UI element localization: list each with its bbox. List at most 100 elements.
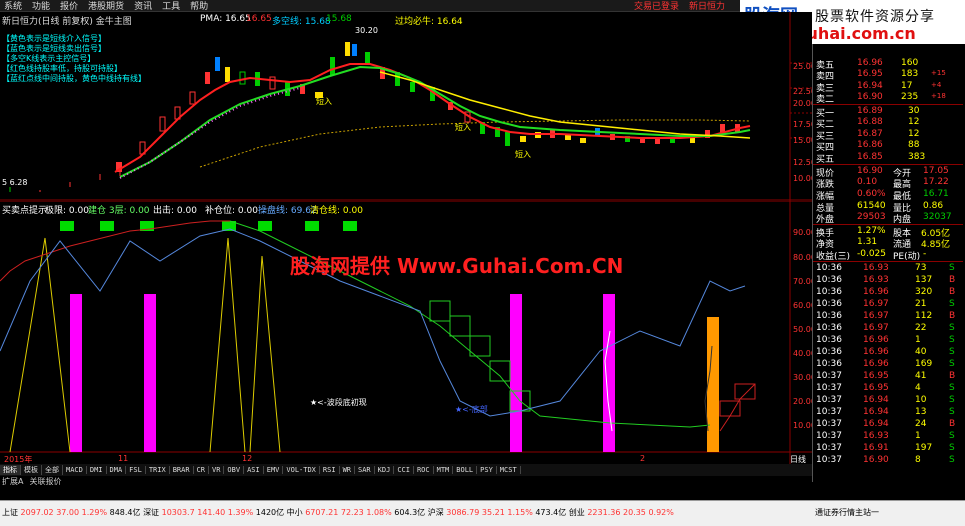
- tick-price: 16.96: [863, 335, 889, 345]
- tab-dmi[interactable]: DMI: [87, 466, 107, 474]
- tick-volume: 73: [915, 263, 927, 273]
- stat-value: -: [923, 249, 927, 259]
- main-kline-chart[interactable]: 新日恒力(日线 前复权) 金牛主图 PMA: 16.65 16.65 多空线: …: [0, 12, 816, 201]
- tab-trix[interactable]: TRIX: [146, 466, 170, 474]
- x-tick: 12: [242, 454, 253, 463]
- tab-mcst[interactable]: MCST: [497, 466, 521, 474]
- tick-side: B: [949, 275, 956, 285]
- tab-asi[interactable]: ASI: [244, 466, 264, 474]
- tick-price: 16.96: [863, 287, 889, 297]
- stat-value: 29503: [857, 212, 886, 222]
- tab-brar[interactable]: BRAR: [170, 466, 194, 474]
- bid-price: 16.86: [857, 140, 883, 150]
- ask-vol: 160: [901, 58, 919, 68]
- tab-wr[interactable]: WR: [340, 466, 355, 474]
- tab-fsl[interactable]: FSL: [126, 466, 146, 474]
- bid-vol: 30: [908, 106, 920, 116]
- bid-vol: 12: [908, 129, 920, 139]
- menu-news[interactable]: 资讯: [134, 0, 152, 12]
- tick-time: 10:37: [816, 443, 842, 453]
- tick-row: 10:37 16.94 10 S: [813, 395, 963, 406]
- stat-value: 0.86: [923, 201, 944, 211]
- tick-row: 10:36 16.97 112 B: [813, 311, 963, 322]
- ind-item-1: 极限: 0.00: [45, 206, 89, 216]
- menu-function[interactable]: 功能: [32, 0, 50, 12]
- cy-name: 创业: [568, 508, 585, 517]
- ask-chg: +15: [931, 69, 946, 77]
- tab-macd[interactable]: MACD: [63, 466, 87, 474]
- tab-extend-a[interactable]: 扩展A: [2, 476, 23, 486]
- tick-time: 10:36: [816, 263, 842, 273]
- tick-volume: 112: [915, 311, 933, 321]
- tab-rsi[interactable]: RSI: [320, 466, 340, 474]
- cy-percent: 0.92%: [648, 508, 674, 517]
- sh-percent: 1.29%: [81, 508, 108, 517]
- trade-login-status[interactable]: 交易已登录: [634, 0, 679, 12]
- tick-side: S: [949, 443, 955, 453]
- zx-percent: 1.08%: [366, 508, 392, 517]
- tick-volume: 197: [915, 443, 933, 453]
- orange-bar: [707, 317, 719, 452]
- tab-sar[interactable]: SAR: [355, 466, 375, 474]
- sz-amount: 1420亿: [255, 508, 285, 517]
- tab-mtm[interactable]: MTM: [434, 466, 454, 474]
- ask-vol: 183: [901, 69, 919, 79]
- menu-help[interactable]: 帮助: [190, 0, 208, 12]
- tab-psy[interactable]: PSY: [477, 466, 497, 474]
- watermark-text: 股海网提供 Www.Guhai.Com.CN: [290, 254, 624, 278]
- zx-name: 中小: [286, 508, 303, 517]
- tick-side: B: [949, 371, 956, 381]
- tab-obv[interactable]: OBV: [224, 466, 245, 474]
- stock-name-title: 新日恒力: [688, 2, 725, 12]
- tab-vol-tdx[interactable]: VOL-TDX: [283, 466, 320, 474]
- tab-cr[interactable]: CR: [194, 466, 209, 474]
- tick-row: 10:37 16.95 4 S: [813, 383, 963, 394]
- tick-volume: 1: [915, 335, 921, 345]
- tick-time: 10:36: [816, 275, 842, 285]
- tick-time: 10:37: [816, 455, 842, 465]
- tick-side: S: [949, 347, 955, 357]
- indicator-chart[interactable]: 买卖点提示 极限: 0.00 建仓 3层: 0.00 出击: 0.00 补仓位:…: [0, 201, 816, 464]
- stat-value: 0.60%: [857, 189, 886, 199]
- tick-time: 10:36: [816, 311, 842, 321]
- tab-dma[interactable]: DMA: [107, 466, 127, 474]
- ind-item-5: 操盘线: 69.62: [258, 206, 317, 216]
- cy-value: 2231.36: [587, 508, 621, 517]
- tab-roc[interactable]: ROC: [414, 466, 434, 474]
- ask-price: 16.95: [857, 69, 883, 79]
- tab-cci[interactable]: CCI: [394, 466, 414, 474]
- tick-time: 10:36: [816, 299, 842, 309]
- bid-price: 16.87: [857, 129, 883, 139]
- tab-all[interactable]: 全部: [42, 465, 63, 475]
- ind-note-2: ★<-底部: [455, 405, 488, 414]
- tab-emv[interactable]: EMV: [264, 466, 284, 474]
- tab-template[interactable]: 模板: [21, 465, 42, 475]
- chart-title: 新日恒力(日线 前复权) 金牛主图: [2, 17, 132, 27]
- tab-boll[interactable]: BOLL: [453, 466, 478, 474]
- tick-price: 16.97: [863, 311, 889, 321]
- menu-system[interactable]: 系统: [4, 0, 22, 12]
- tab-indicator[interactable]: 指标: [0, 465, 21, 475]
- menu-tools[interactable]: 工具: [162, 0, 180, 12]
- tab-related-quote[interactable]: 关联报价: [29, 476, 61, 486]
- tick-time: 10:37: [816, 407, 842, 417]
- tick-price: 16.95: [863, 383, 889, 393]
- tick-price: 16.97: [863, 323, 889, 333]
- tab-vr[interactable]: VR: [209, 466, 225, 474]
- tick-volume: 40: [915, 347, 927, 357]
- tick-price: 16.93: [863, 431, 889, 441]
- menu-hk-futures[interactable]: 港股期货: [88, 0, 124, 12]
- tab-kdj[interactable]: KDJ: [375, 466, 395, 474]
- ind-item-6: 清仓线: 0.00: [310, 206, 363, 216]
- ind-item-3: 出击: 0.00: [153, 206, 197, 216]
- server-site[interactable]: 通证券行情主站一: [815, 507, 879, 518]
- stat-value: 16.90: [857, 166, 883, 176]
- zx-change: 72.23: [340, 508, 364, 517]
- tick-time: 10:36: [816, 335, 842, 345]
- menu-quote[interactable]: 报价: [60, 0, 78, 12]
- tick-price: 16.93: [863, 263, 889, 273]
- sh-change: 37.00: [56, 508, 80, 517]
- buy-label-3: 短入: [515, 150, 531, 159]
- bid-vol: 12: [908, 117, 920, 127]
- sh-value: 2097.02: [20, 508, 54, 517]
